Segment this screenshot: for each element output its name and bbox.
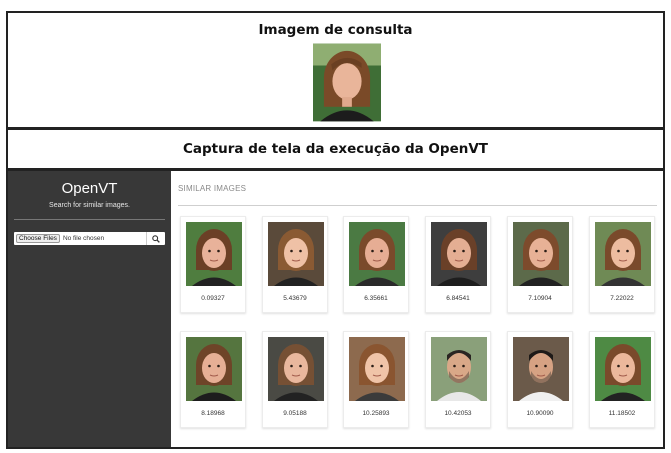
result-face-image [595,337,651,401]
similarity-score: 7.22022 [610,295,634,302]
results-area: SIMILAR IMAGES 0.09327 5.43679 6.35661 6.84… [171,171,663,447]
result-card[interactable]: 6.84541 [425,216,491,313]
screenshot-caption-title: Captura de tela da execução da OpenVT [182,141,488,157]
result-face-image [513,337,569,401]
choose-files-button[interactable]: Choose Files [16,234,60,243]
app-title: OpenVT [61,180,118,197]
result-card[interactable]: 10.42053 [425,331,491,428]
upload-form: Choose Files No file chosen [14,232,165,245]
result-card[interactable]: 9.05188 [262,331,328,428]
similarity-score: 7.10904 [528,295,552,302]
similarity-score: 5.43679 [283,295,307,302]
similarity-score: 8.18968 [201,410,225,417]
query-image-title: Imagem de consulta [258,22,413,38]
results-divider [178,205,657,206]
similar-images-heading: SIMILAR IMAGES [178,184,247,193]
file-status-label: No file chosen [62,235,105,242]
result-face-image [186,222,242,286]
result-face-image [431,222,487,286]
result-face-image [595,222,651,286]
result-card[interactable]: 5.43679 [262,216,328,313]
result-face-image [349,222,405,286]
similarity-score: 10.25893 [362,410,390,417]
similarity-score: 6.84541 [446,295,470,302]
result-face-image [513,222,569,286]
sidebar-divider [14,219,165,220]
query-image-panel: Imagem de consulta [6,11,665,129]
result-face-image [349,337,405,401]
similarity-score: 6.35661 [364,295,388,302]
app-subtitle: Search for similar images. [49,202,130,209]
result-card[interactable]: 11.18502 [589,331,655,428]
result-face-image [431,337,487,401]
search-icon [152,234,160,243]
search-button[interactable] [146,232,165,245]
similarity-score: 10.90090 [526,410,554,417]
result-card[interactable]: 8.18968 [180,331,246,428]
result-card[interactable]: 6.35661 [343,216,409,313]
result-card[interactable]: 7.22022 [589,216,655,313]
result-card[interactable]: 0.09327 [180,216,246,313]
query-face-image [313,43,381,122]
result-face-image [268,222,324,286]
screenshot-caption-panel: Captura de tela da execução da OpenVT [6,128,665,170]
similarity-score: 0.09327 [201,295,225,302]
result-card[interactable]: 10.25893 [343,331,409,428]
result-card[interactable]: 10.90090 [507,331,573,428]
result-face-image [268,337,324,401]
result-card[interactable]: 7.10904 [507,216,573,313]
openvt-screenshot: OpenVT Search for similar images. Choose… [6,169,665,449]
similarity-score: 9.05188 [283,410,307,417]
result-face-image [186,337,242,401]
similarity-score: 11.18502 [608,410,636,417]
sidebar: OpenVT Search for similar images. Choose… [8,171,171,447]
similarity-score: 10.42053 [444,410,472,417]
